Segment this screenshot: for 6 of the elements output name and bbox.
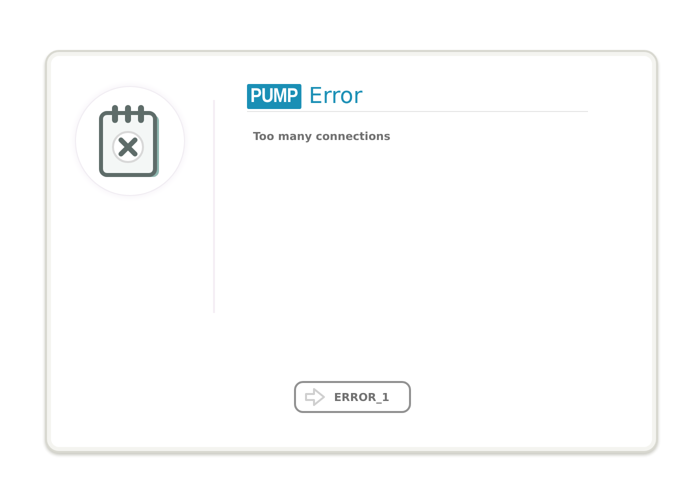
- arrow-icon: [304, 387, 326, 407]
- error-button[interactable]: ERROR_1: [294, 381, 411, 413]
- logo: PUMP: [247, 84, 302, 109]
- notepad-error-icon: [99, 103, 161, 179]
- error-message: Too many connections: [253, 130, 392, 143]
- page-title: Error: [308, 84, 362, 109]
